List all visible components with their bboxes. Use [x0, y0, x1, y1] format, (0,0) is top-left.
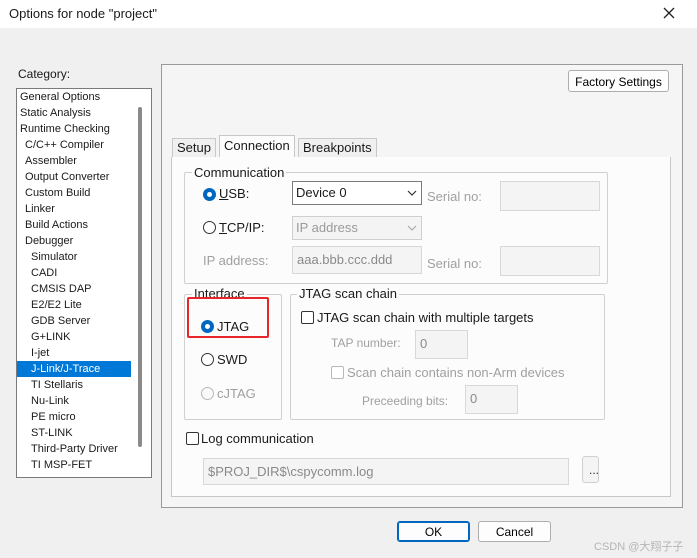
tcpip-mode-value: IP address — [296, 220, 358, 235]
category-item[interactable]: I-jet — [17, 345, 151, 361]
category-item[interactable]: C/C++ Compiler — [17, 137, 151, 153]
tab-breakpoints[interactable]: Breakpoints — [298, 138, 377, 157]
category-list[interactable]: General Options Static Analysis Runtime Ch… — [16, 88, 152, 478]
cjtag-radio[interactable] — [201, 387, 214, 400]
category-item[interactable]: TI Stellaris — [17, 377, 151, 393]
tcpip-label: TCP/IP: — [219, 220, 265, 235]
serial-no-input[interactable] — [500, 181, 600, 211]
non-arm-label: Scan chain contains non-Arm devices — [347, 365, 565, 380]
category-item[interactable]: Linker — [17, 201, 151, 217]
category-item[interactable]: Debugger — [17, 233, 151, 249]
category-item[interactable]: TI MSP-FET — [17, 457, 151, 473]
category-item[interactable]: Assembler — [17, 153, 151, 169]
window-title: Options for node "project" — [9, 6, 157, 21]
log-path-input[interactable]: $PROJ_DIR$\cspycomm.log — [203, 458, 569, 485]
category-item[interactable]: Simulator — [17, 249, 151, 265]
watermark: CSDN @大翔子子 — [594, 541, 684, 553]
swd-label: SWD — [217, 352, 248, 367]
ip-address-input[interactable]: aaa.bbb.ccc.ddd — [292, 246, 422, 274]
multiple-targets-label: JTAG scan chain with multiple targets — [317, 310, 534, 325]
category-item[interactable]: Output Converter — [17, 169, 151, 185]
highlight-box — [187, 297, 269, 338]
chevron-down-icon — [407, 225, 417, 231]
swd-radio[interactable] — [201, 353, 214, 366]
category-scrollbar[interactable] — [138, 107, 142, 447]
browse-button[interactable]: ... — [582, 456, 599, 483]
usb-device-select[interactable]: Device 0 — [292, 181, 422, 205]
non-arm-checkbox[interactable] — [331, 366, 344, 379]
category-label: Category: — [18, 67, 71, 81]
cjtag-label: cJTAG — [217, 386, 256, 401]
multiple-targets-checkbox[interactable] — [301, 311, 314, 324]
tap-number-input[interactable]: 0 — [415, 330, 468, 359]
ok-button[interactable]: OK — [397, 521, 470, 542]
preceding-bits-input[interactable]: 0 — [465, 385, 518, 414]
category-item[interactable]: ST-LINK — [17, 425, 151, 441]
factory-settings-button[interactable]: Factory Settings — [568, 70, 669, 92]
tcpip-mode-select[interactable]: IP address — [292, 216, 422, 240]
serial-no-label-2: Serial no: — [427, 256, 482, 271]
category-item[interactable]: CADI — [17, 265, 151, 281]
tcpip-label-text: CP/IP: — [226, 220, 265, 235]
category-item[interactable]: J-Link/J-Trace — [17, 361, 131, 377]
category-item[interactable]: General Options — [17, 89, 151, 105]
category-item[interactable]: Static Analysis — [17, 105, 151, 121]
usb-label-text: SB: — [228, 186, 250, 201]
tab-connection[interactable]: Connection — [219, 135, 295, 157]
category-item[interactable]: Build Actions — [17, 217, 151, 233]
usb-device-value: Device 0 — [296, 185, 347, 200]
close-icon[interactable] — [660, 4, 678, 22]
category-item[interactable]: PE micro — [17, 409, 151, 425]
tcpip-radio[interactable] — [203, 221, 216, 234]
log-communication-label: Log communication — [201, 431, 314, 446]
cancel-button[interactable]: Cancel — [478, 521, 551, 542]
category-item[interactable]: G+LINK — [17, 329, 151, 345]
preceding-bits-label: Preceeding bits: — [362, 394, 449, 408]
category-item[interactable]: Third-Party Driver — [17, 441, 151, 457]
usb-radio[interactable] — [203, 188, 216, 201]
jtag-scan-chain-group-label: JTAG scan chain — [297, 286, 400, 301]
category-item[interactable]: Runtime Checking — [17, 121, 151, 137]
category-item[interactable]: E2/E2 Lite — [17, 297, 151, 313]
log-communication-checkbox[interactable] — [186, 432, 199, 445]
tap-number-label: TAP number: — [331, 336, 401, 350]
tab-setup[interactable]: Setup — [172, 138, 216, 157]
category-item[interactable]: CMSIS DAP — [17, 281, 151, 297]
communication-group-label: Communication — [192, 165, 287, 180]
ip-address-label: IP address: — [203, 253, 269, 268]
serial-no-input-2[interactable] — [500, 246, 600, 276]
category-item[interactable]: Custom Build — [17, 185, 151, 201]
usb-label: USB: — [219, 186, 250, 201]
category-item[interactable]: GDB Server — [17, 313, 151, 329]
category-item[interactable]: Nu-Link — [17, 393, 151, 409]
chevron-down-icon — [407, 190, 417, 196]
serial-no-label: Serial no: — [427, 189, 482, 204]
